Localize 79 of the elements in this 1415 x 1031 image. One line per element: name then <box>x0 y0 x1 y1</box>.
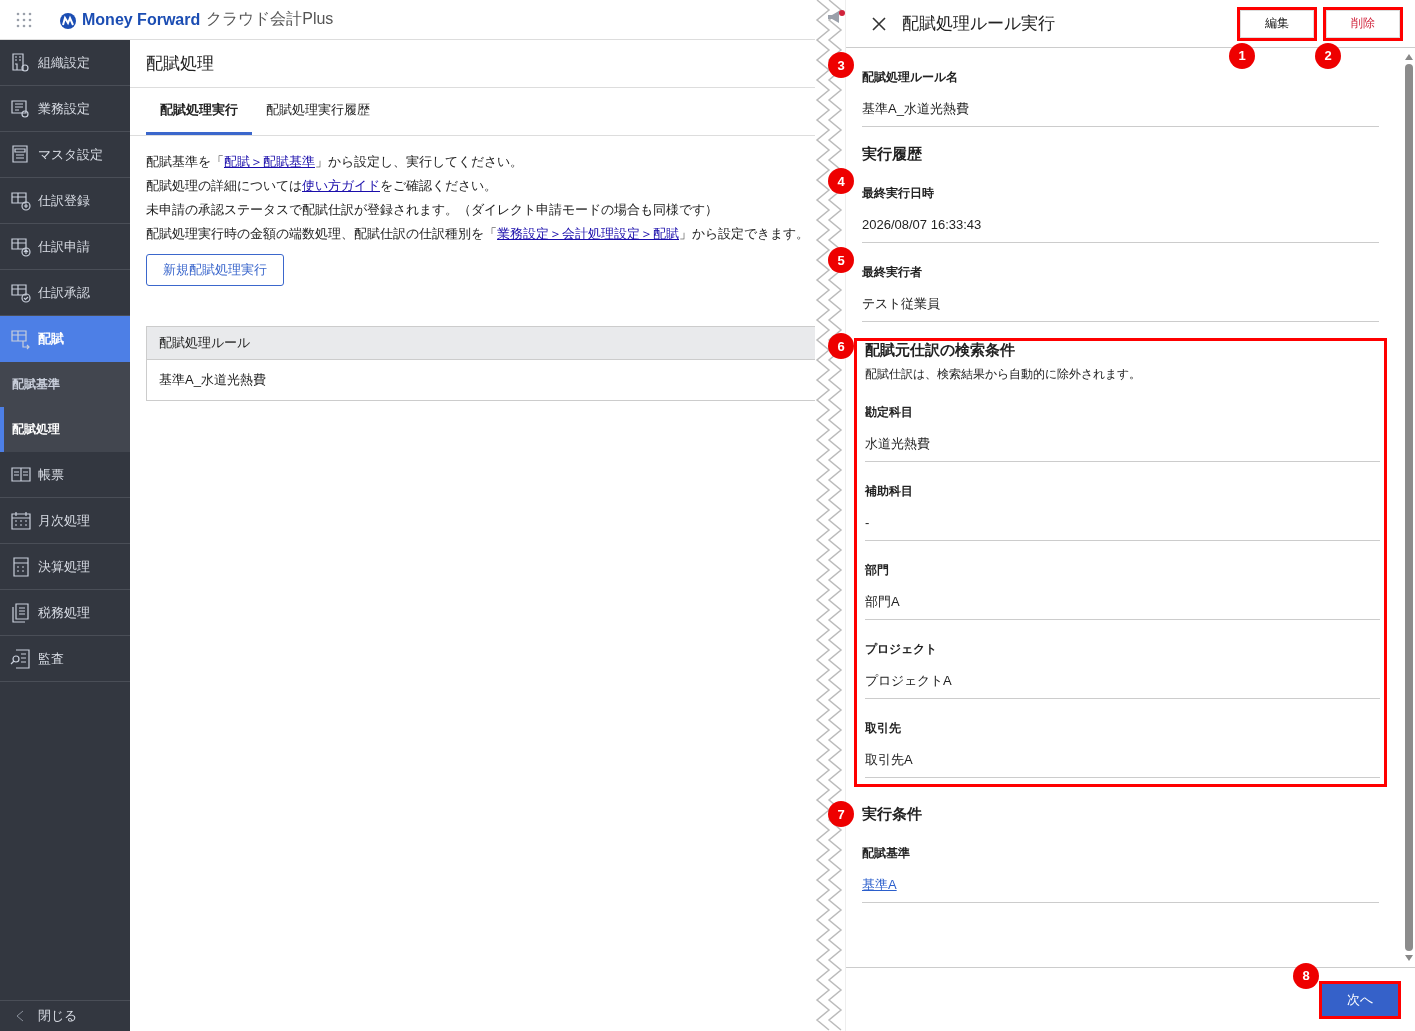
section-heading: 実行条件 <box>862 805 923 824</box>
product-name: クラウド会計Plus <box>206 9 334 29</box>
step-badge: 6 <box>828 333 854 359</box>
sidebar-item[interactable]: 配賦 <box>0 316 130 362</box>
sidebar-item[interactable]: 業務設定 <box>0 86 130 132</box>
sidebar-subitem[interactable]: 配賦処理 <box>0 407 130 452</box>
field-value: テスト従業員 <box>862 295 941 313</box>
tab[interactable]: 配賦処理実行 <box>146 88 252 135</box>
scroll-up-icon[interactable] <box>1405 54 1413 60</box>
tab[interactable]: 配賦処理実行履歴 <box>252 88 384 135</box>
sidebar-item[interactable]: 仕訳登録 <box>0 178 130 224</box>
ledger-check-icon <box>10 281 32 304</box>
building-gear-icon <box>10 51 32 74</box>
ledger-split-icon <box>10 327 32 350</box>
field-label: 補助科目 <box>865 483 914 500</box>
sidebar-item[interactable]: マスタ設定 <box>0 132 130 178</box>
sidebar-item[interactable]: 組織設定 <box>0 40 130 86</box>
field-label: 配賦基準 <box>862 845 911 862</box>
help-link[interactable]: 業務設定＞会計処理設定＞配賦 <box>497 227 679 241</box>
step-badge: 7 <box>828 801 854 827</box>
instruction-text: 配賦処理の詳細については使い方ガイド をご確認ください。 <box>146 178 498 195</box>
field-label: 配賦処理ルール名 <box>862 69 959 86</box>
new-run-button[interactable]: 新規配賦処理実行 <box>146 254 284 286</box>
sidebar-item[interactable]: 仕訳申請 <box>0 224 130 270</box>
field-label: プロジェクト <box>865 641 938 658</box>
app-grid-icon[interactable] <box>16 11 32 28</box>
panel-action-button[interactable]: 削除 <box>1326 9 1400 38</box>
calendar-icon <box>10 509 32 532</box>
sidebar-item[interactable]: 帳票 <box>0 452 130 498</box>
step-badge: 4 <box>828 168 854 194</box>
sidebar-item[interactable]: 決算処理 <box>0 544 130 590</box>
field-label: 勘定科目 <box>865 404 914 421</box>
help-link[interactable]: 配賦＞配賦基準 <box>224 155 315 169</box>
section-heading: 配賦元仕訳の検索条件 <box>865 341 1016 360</box>
instruction-text: 配賦基準を「配賦＞配賦基準」から設定し、実行してください。 <box>146 154 524 171</box>
step-badge: 5 <box>828 247 854 273</box>
panel-action-button[interactable]: 編集 <box>1240 9 1314 38</box>
field-label: 最終実行者 <box>862 264 923 281</box>
sidebar-item[interactable]: 月次処理 <box>0 498 130 544</box>
field-label: 部門 <box>865 562 890 579</box>
field-label: 最終実行日時 <box>862 185 935 202</box>
calculator-icon <box>10 555 32 578</box>
step-badge: 3 <box>828 52 854 78</box>
page-title: 配賦処理 <box>130 40 815 88</box>
step-badge: 2 <box>1315 42 1341 69</box>
field-label: 取引先 <box>865 720 902 737</box>
documents-icon <box>10 601 32 624</box>
field-value: - <box>865 514 871 532</box>
close-icon[interactable] <box>872 16 886 31</box>
field-value: 水道光熱費 <box>865 435 931 453</box>
scroll-down-icon[interactable] <box>1405 955 1413 961</box>
sidebar-close-button[interactable]: 閉じる <box>0 1000 130 1031</box>
field-value: 取引先A <box>865 751 914 769</box>
field-value: プロジェクトA <box>865 672 953 690</box>
next-button[interactable]: 次へ <box>1322 983 1398 1016</box>
column-header: 配賦処理ルール <box>147 327 815 360</box>
chevron-left-icon <box>16 1010 24 1022</box>
step-badge: 1 <box>1229 42 1255 69</box>
sidebar-subitem[interactable]: 配賦基準 <box>0 362 130 407</box>
list-gear-icon <box>10 97 32 120</box>
sidebar-item[interactable]: 監査 <box>0 636 130 682</box>
instruction-text: 未申請の承認ステータスで配賦仕訳が登録されます。（ダイレクト申請モードの場合も同様です） <box>146 202 719 219</box>
ledger-upload-icon <box>10 235 32 258</box>
document-magnifier-icon <box>10 647 32 670</box>
help-link[interactable]: 使い方ガイド <box>302 179 380 193</box>
section-note: 配賦仕訳は、検索結果から自動的に除外されます。 <box>865 366 1142 383</box>
field-value: 部門A <box>865 593 901 611</box>
instruction-text: 配賦処理実行時の金額の端数処理、配賦仕訳の仕訳種別を「業務設定＞会計処理設定＞配賦」から設定できます。 <box>146 226 810 243</box>
panel-title: 配賦処理ルール実行 <box>902 13 1056 35</box>
ledger-plus-icon <box>10 189 32 212</box>
table-cell[interactable]: 基準A_水道光熱費 <box>147 360 815 400</box>
value-link[interactable]: 基準A <box>862 876 1379 894</box>
field-value: 2026/08/07 16:33:43 <box>862 216 983 234</box>
step-badge: 8 <box>1293 962 1319 989</box>
sidebar-item[interactable]: 税務処理 <box>0 590 130 636</box>
megaphone-icon[interactable] <box>827 10 845 24</box>
field-value: 基準A_水道光熱費 <box>862 100 970 118</box>
section-heading: 実行履歴 <box>862 145 923 164</box>
brand-name: Money Forward <box>82 10 201 29</box>
